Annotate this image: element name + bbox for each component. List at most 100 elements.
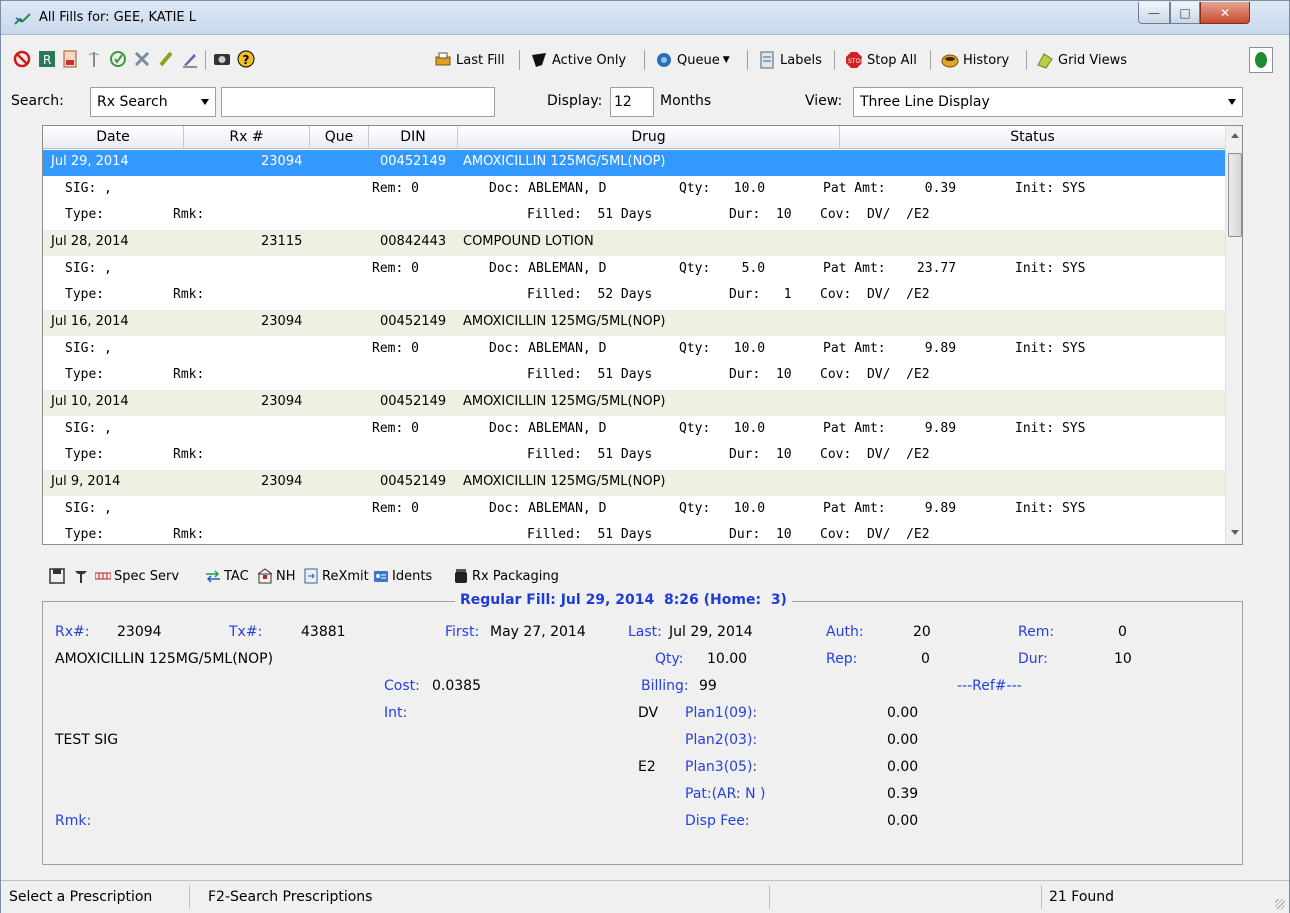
row-detail-line: SIG: , Rem: 0 Doc: ABLEMAN, D Qty: 10.0 Pat …	[43, 417, 1225, 443]
close-button[interactable]: ✕	[1200, 2, 1250, 24]
cell-qty: Qty: 5.0	[679, 261, 766, 276]
edit-pen-icon[interactable]	[181, 50, 199, 68]
svg-text:STOP: STOP	[848, 58, 863, 65]
last-fill-value: Jul 29, 2014	[669, 624, 753, 640]
status-bar: Select a Prescription F2-Search Prescrip…	[1, 880, 1289, 913]
cell-dur: Dur: 10	[729, 207, 792, 222]
cell-dur: Dur: 1	[729, 287, 792, 302]
scroll-down-icon[interactable]	[1231, 530, 1239, 535]
rx-number-label: Rx#:	[55, 624, 90, 640]
scroll-thumb[interactable]	[1228, 153, 1242, 237]
document-icon[interactable]	[61, 50, 79, 68]
leaf-icon[interactable]	[1249, 47, 1273, 73]
active-only-button[interactable]: Active Only	[530, 49, 626, 71]
column-din[interactable]: DIN	[369, 126, 458, 149]
cancel-icon[interactable]	[13, 50, 31, 68]
display-months-input[interactable]: 12	[610, 87, 654, 117]
plan-dv-code: DV	[638, 705, 659, 721]
table-row[interactable]: Jul 16, 2014 23094 00452149 AMOXICILLIN 125…	[43, 310, 1225, 390]
cell-drug: AMOXICILLIN 125MG/5ML(NOP)	[463, 394, 666, 409]
delete-icon[interactable]	[133, 50, 151, 68]
rmk-label: Rmk:	[55, 813, 92, 829]
grid-scrollbar[interactable]	[1225, 126, 1242, 544]
column-status[interactable]: Status	[840, 126, 1225, 149]
cell-pat-amt: Pat Amt: 0.39	[823, 181, 957, 196]
cell-rx: 23094	[261, 474, 303, 489]
row-detail-line: SIG: , Rem: 0 Doc: ABLEMAN, D Qty: 5.0 Pat A…	[43, 257, 1225, 283]
save-button[interactable]	[49, 563, 68, 589]
stop-icon: STOP	[845, 51, 863, 69]
minimize-button[interactable]: —	[1138, 2, 1170, 24]
search-label: Search:	[11, 93, 64, 109]
cell-rx: 23115	[261, 234, 303, 249]
row-detail-line: Type: Rmk: Filled: 51 Days Dur: 10 Cov: DV/ …	[43, 443, 1225, 469]
tools-button[interactable]	[73, 563, 92, 589]
column-drug[interactable]: Drug	[458, 126, 840, 149]
pill-bottle-icon	[453, 568, 469, 584]
cell-date: Jul 16, 2014	[51, 314, 129, 329]
cell-filled: Filled: 51 Days	[527, 207, 653, 222]
labels-button[interactable]: Labels	[758, 49, 822, 71]
search-mode-select[interactable]: Rx Search	[90, 87, 216, 117]
cell-doctor: Doc: ABLEMAN, D	[489, 341, 607, 356]
plan3-value: 0.00	[887, 759, 919, 775]
table-row[interactable]: Jul 29, 2014 23094 00452149 AMOXICILLIN 125…	[43, 150, 1225, 230]
row-detail-line: Type: Rmk: Filled: 51 Days Dur: 10 Cov: DV/ …	[43, 523, 1225, 544]
cell-cov: Cov: DV/ /E2	[820, 527, 930, 542]
cell-rmk: Rmk:	[173, 447, 205, 462]
cell-dur: Dur: 10	[729, 447, 792, 462]
view-select[interactable]: Three Line Display	[853, 87, 1243, 117]
grid-views-button[interactable]: Grid Views	[1036, 49, 1127, 71]
table-row[interactable]: Jul 28, 2014 23115 00842443 COMPOUND LOTION…	[43, 230, 1225, 310]
refresh-check-icon[interactable]	[109, 50, 127, 68]
cell-doctor: Doc: ABLEMAN, D	[489, 501, 607, 516]
search-input[interactable]	[221, 87, 495, 117]
queue-button[interactable]: Queue ▼	[655, 49, 730, 71]
plan1-label: Plan1(09):	[685, 705, 758, 721]
billing-value: 99	[699, 678, 717, 694]
history-icon	[941, 51, 959, 69]
column-rx[interactable]: Rx #	[184, 126, 310, 149]
scroll-up-icon[interactable]	[1231, 133, 1239, 138]
auth-label: Auth:	[826, 624, 864, 640]
cell-drug: AMOXICILLIN 125MG/5ML(NOP)	[463, 154, 666, 169]
rexmit-button[interactable]: ReXmit	[303, 563, 369, 589]
stop-all-button[interactable]: STOP Stop All	[845, 49, 917, 71]
rx-icon[interactable]: R	[38, 50, 56, 68]
row-detail-line: SIG: , Rem: 0 Doc: ABLEMAN, D Qty: 10.0 Pat …	[43, 177, 1225, 203]
tac-button[interactable]: TAC	[205, 563, 249, 589]
wrench-icon	[73, 568, 89, 584]
idents-button[interactable]: Idents	[373, 563, 432, 589]
plan1-value: 0.00	[887, 705, 919, 721]
cell-din: 00452149	[380, 154, 447, 169]
rep-value: 0	[921, 651, 930, 667]
history-button[interactable]: History	[941, 49, 1009, 71]
last-fill-button[interactable]: Last Fill	[434, 49, 505, 71]
row-main-line: Jul 10, 2014 23094 00452149 AMOXICILLIN 125…	[43, 390, 1225, 416]
rx-packaging-button[interactable]: Rx Packaging	[453, 563, 559, 589]
resize-grip-icon[interactable]	[1275, 899, 1285, 909]
fills-grid[interactable]: Date Rx # Que DIN Drug Status Jul 29, 20…	[42, 125, 1243, 545]
caduceus-icon[interactable]	[85, 50, 103, 68]
table-row[interactable]: Jul 9, 2014 23094 00452149 AMOXICILLIN 125M…	[43, 470, 1225, 544]
cell-rem: Rem: 0	[372, 341, 419, 356]
cell-type: Type:	[65, 447, 105, 462]
column-que[interactable]: Que	[310, 126, 369, 149]
cell-drug: AMOXICILLIN 125MG/5ML(NOP)	[463, 314, 666, 329]
spec-serv-button[interactable]: Spec Serv	[95, 563, 179, 589]
cell-doctor: Doc: ABLEMAN, D	[489, 181, 607, 196]
table-row[interactable]: Jul 10, 2014 23094 00452149 AMOXICILLIN 125…	[43, 390, 1225, 470]
column-date[interactable]: Date	[43, 126, 184, 149]
last-fill-label: Last:	[628, 624, 662, 640]
cell-filled: Filled: 51 Days	[527, 367, 653, 382]
disp-fee-label: Disp Fee:	[685, 813, 750, 829]
maximize-button[interactable]: □	[1170, 2, 1200, 24]
attach-icon[interactable]	[157, 50, 175, 68]
labels-icon	[758, 51, 776, 69]
title-bar[interactable]: All Fills for: GEE, KATIE L — □ ✕	[1, 1, 1289, 35]
plan2-value: 0.00	[887, 732, 919, 748]
patient-pay-value: 0.39	[887, 786, 919, 802]
camera-icon[interactable]	[213, 50, 231, 68]
nh-button[interactable]: NH	[257, 563, 296, 589]
help-icon[interactable]: ?	[237, 50, 255, 68]
